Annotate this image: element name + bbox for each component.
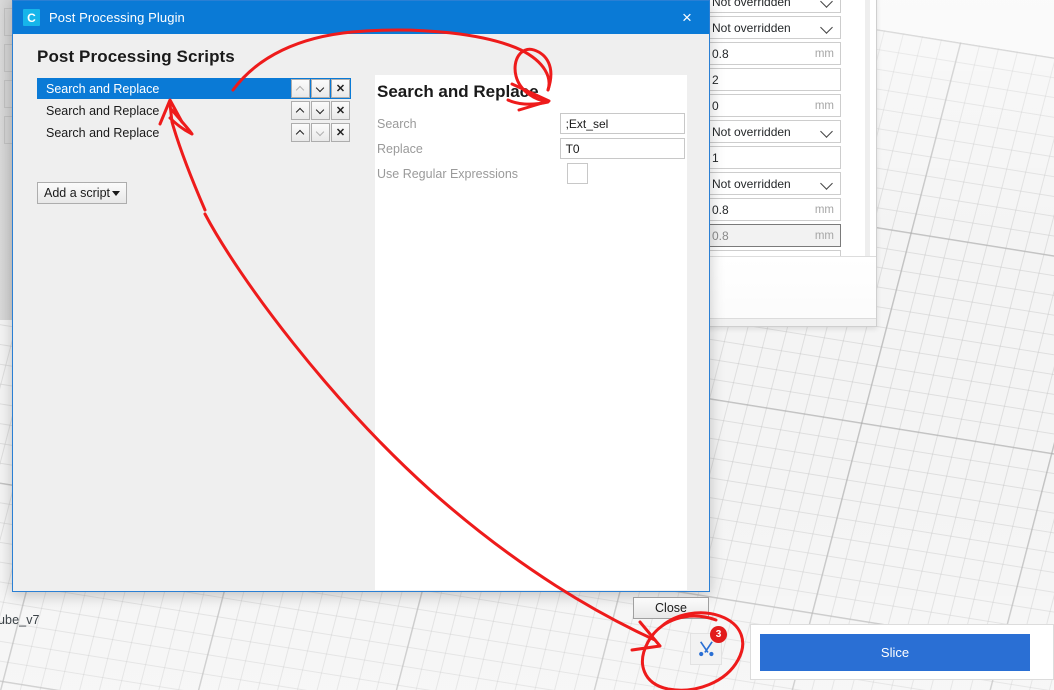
script-list-item-0[interactable]: Search and Replace ✕ bbox=[37, 78, 351, 99]
setting-unit: mm bbox=[814, 229, 834, 242]
script-settings-card: Search and Replace Search ;Ext_sel Repla… bbox=[375, 75, 687, 590]
search-input[interactable]: ;Ext_sel bbox=[559, 113, 685, 134]
setting-value: Not overridden bbox=[712, 176, 791, 191]
remove-script-button[interactable]: ✕ bbox=[331, 79, 350, 98]
move-up-button[interactable] bbox=[291, 123, 310, 142]
setting-row[interactable]: 2 bbox=[705, 68, 841, 91]
script-list[interactable]: Search and Replace ✕ Search and Replace … bbox=[37, 78, 351, 144]
setting-unit: mm bbox=[814, 47, 834, 60]
remove-script-button[interactable]: ✕ bbox=[331, 101, 350, 120]
close-button[interactable]: Close bbox=[633, 597, 709, 619]
chevron-down-icon bbox=[821, 177, 834, 190]
script-list-item-1[interactable]: Search and Replace ✕ bbox=[37, 100, 351, 121]
script-item-label: Search and Replace bbox=[46, 125, 160, 140]
setting-row[interactable]: 0.8 mm bbox=[705, 42, 841, 65]
script-item-label: Search and Replace bbox=[46, 103, 160, 118]
crossed-tools-icon bbox=[699, 641, 714, 657]
chevron-down-icon bbox=[821, 21, 834, 34]
setting-value: 0.8 bbox=[712, 202, 729, 217]
cura-logo-icon: C bbox=[23, 9, 40, 26]
setting-row[interactable]: Not overridden bbox=[705, 16, 841, 39]
field-row-replace: Replace T0 bbox=[377, 136, 685, 161]
caret-down-icon bbox=[317, 107, 324, 114]
caret-up-icon bbox=[297, 129, 304, 136]
move-down-button[interactable] bbox=[311, 123, 330, 142]
setting-value: 0 bbox=[712, 98, 719, 113]
caret-up-icon bbox=[297, 107, 304, 114]
caret-up-icon bbox=[297, 85, 304, 92]
add-script-button[interactable]: Add a script bbox=[37, 182, 128, 204]
move-down-button[interactable] bbox=[311, 101, 330, 120]
dialog-title: Post Processing Plugin bbox=[49, 10, 185, 25]
use-regular-expressions-checkbox[interactable] bbox=[567, 163, 588, 184]
caret-down-icon bbox=[317, 85, 324, 92]
field-row-use-regex: Use Regular Expressions bbox=[377, 161, 685, 186]
dialog-body: Post Processing Scripts Search and Repla… bbox=[13, 34, 709, 619]
setting-value: 2 bbox=[712, 72, 719, 87]
field-row-search: Search ;Ext_sel bbox=[377, 111, 685, 136]
script-item-buttons: ✕ bbox=[291, 123, 351, 142]
setting-row[interactable]: Not overridden bbox=[705, 120, 841, 143]
slice-button[interactable]: Slice bbox=[760, 634, 1030, 671]
print-settings-panel[interactable]: Not overridden Not overridden 0.8 mm 2 0… bbox=[700, 0, 877, 327]
field-label-replace: Replace bbox=[377, 141, 423, 156]
setting-row[interactable]: 0 mm bbox=[705, 94, 841, 117]
settings-scrollbar[interactable] bbox=[865, 0, 870, 260]
chevron-down-icon bbox=[821, 0, 834, 8]
setting-value: 0.8 bbox=[712, 228, 729, 243]
field-label-use-regex: Use Regular Expressions bbox=[377, 166, 519, 181]
caret-down-icon bbox=[317, 129, 324, 136]
setting-value: Not overridden bbox=[712, 20, 791, 35]
setting-unit: mm bbox=[814, 203, 834, 216]
move-down-button[interactable] bbox=[311, 79, 330, 98]
setting-row[interactable]: 0.8 mm bbox=[705, 198, 841, 221]
model-name-label: ube_v7 bbox=[0, 613, 40, 627]
chevron-down-icon bbox=[112, 190, 121, 196]
move-up-button[interactable] bbox=[291, 101, 310, 120]
move-up-button[interactable] bbox=[291, 79, 310, 98]
field-label-search: Search bbox=[377, 116, 417, 131]
script-list-item-2[interactable]: Search and Replace ✕ bbox=[37, 122, 351, 143]
post-processing-badge: 3 bbox=[710, 626, 727, 643]
script-item-buttons: ✕ bbox=[291, 79, 351, 98]
dialog-title-bar[interactable]: C Post Processing Plugin × bbox=[13, 1, 709, 34]
setting-value: Not overridden bbox=[712, 0, 791, 9]
script-settings-title: Search and Replace bbox=[377, 82, 539, 101]
setting-row-focused[interactable]: 0.8 mm bbox=[705, 224, 841, 247]
setting-row[interactable]: Not overridden bbox=[705, 0, 841, 13]
remove-script-button[interactable]: ✕ bbox=[331, 123, 350, 142]
setting-unit: mm bbox=[814, 99, 834, 112]
setting-value: 1 bbox=[712, 150, 719, 165]
script-item-label: Search and Replace bbox=[46, 81, 160, 96]
close-icon[interactable]: × bbox=[665, 1, 709, 34]
action-bar: Slice bbox=[750, 624, 1054, 680]
add-script-label: Add a script bbox=[44, 186, 111, 200]
script-item-buttons: ✕ bbox=[291, 101, 351, 120]
scripts-column: Post Processing Scripts Search and Repla… bbox=[13, 34, 363, 592]
scripts-heading: Post Processing Scripts bbox=[37, 47, 235, 66]
settings-panel-footer bbox=[701, 256, 876, 326]
setting-value: Not overridden bbox=[712, 124, 791, 139]
settings-panel-footer-strip bbox=[701, 318, 876, 326]
setting-row[interactable]: Not overridden bbox=[705, 172, 841, 195]
setting-row[interactable]: 1 bbox=[705, 146, 841, 169]
setting-value: 0.8 bbox=[712, 46, 729, 61]
replace-input[interactable]: T0 bbox=[559, 138, 685, 159]
chevron-down-icon bbox=[821, 125, 834, 138]
post-processing-dialog[interactable]: C Post Processing Plugin × Post Processi… bbox=[12, 0, 710, 619]
